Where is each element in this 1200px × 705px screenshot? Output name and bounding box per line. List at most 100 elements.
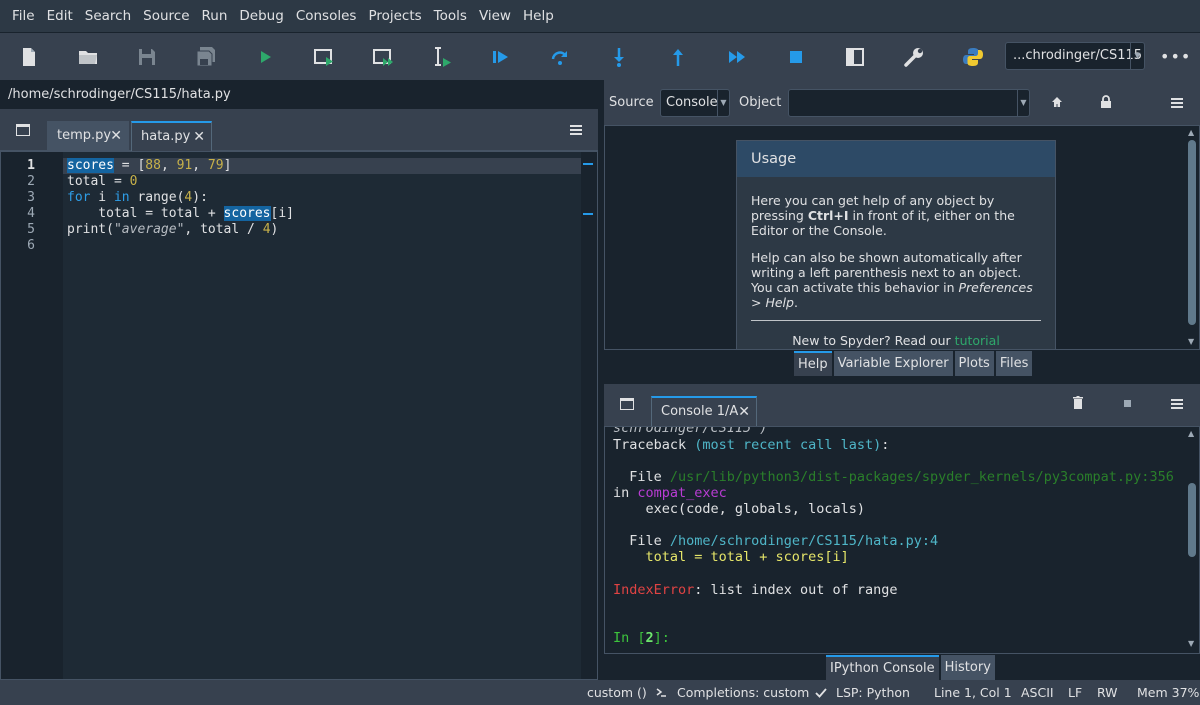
run-cell-advance-icon[interactable] <box>363 33 403 81</box>
browse-tabs-icon[interactable] <box>620 398 634 410</box>
code-keyword: in <box>113 190 130 205</box>
tab-ipython-console[interactable]: IPython Console <box>826 655 939 681</box>
code-number: 88 <box>145 158 161 173</box>
scroll-up-icon[interactable]: ▲ <box>1188 429 1194 438</box>
working-directory-value: ...chrodinger/CS115 <box>1013 48 1143 63</box>
console-line: exec(code, globals, locals) <box>613 501 865 517</box>
continue-icon[interactable] <box>717 33 757 81</box>
code-editor[interactable]: 1 2 3 4 5 6 scores = [88, 91, 79] total … <box>0 151 598 680</box>
menu-debug[interactable]: Debug <box>233 0 289 32</box>
code-keyword: for <box>67 190 91 205</box>
menu-bar: File Edit Search Source Run Debug Consol… <box>0 0 1200 32</box>
console-error-name: IndexError <box>613 582 695 598</box>
chevron-down-icon[interactable]: ▼ <box>717 90 729 116</box>
menu-search[interactable]: Search <box>79 0 137 32</box>
help-options-menu-icon[interactable] <box>1171 98 1183 108</box>
code-token: print( <box>67 222 114 237</box>
console-options-menu-icon[interactable] <box>1171 399 1183 409</box>
code-string: "average" <box>113 222 185 237</box>
code-token: total = <box>67 174 130 189</box>
tab-history[interactable]: History <box>940 655 995 681</box>
help-scrollbar[interactable]: ▲ ▼ <box>1185 126 1199 349</box>
stop-icon[interactable] <box>776 33 816 81</box>
step-return-icon[interactable] <box>658 33 698 81</box>
code-number: 0 <box>129 174 138 189</box>
close-icon[interactable]: ✕ <box>193 123 205 151</box>
scroll-up-icon[interactable]: ▲ <box>1188 128 1194 137</box>
scroll-down-icon[interactable]: ▼ <box>1188 337 1194 346</box>
code-number: 79 <box>207 158 224 173</box>
editor-scrollbar[interactable] <box>581 152 597 679</box>
save-all-icon[interactable] <box>186 33 226 81</box>
menu-run[interactable]: Run <box>196 0 234 32</box>
tab-hata-py[interactable]: hata.py ✕ <box>131 121 212 151</box>
console-scrollbar[interactable]: ▲ ▼ <box>1185 427 1199 653</box>
menu-edit[interactable]: Edit <box>41 0 79 32</box>
scroll-thumb[interactable] <box>1188 140 1196 325</box>
trash-icon[interactable] <box>1073 396 1083 409</box>
stop-kernel-icon[interactable] <box>1124 400 1131 407</box>
help-pane-tabs: Help Variable Explorer Plots Files <box>794 351 1033 377</box>
console-error-line: IndexError: list index out of range <box>613 582 897 598</box>
menu-view[interactable]: View <box>473 0 517 32</box>
tab-plots[interactable]: Plots <box>954 351 994 377</box>
usage-paragraph-2: Help can also be shown automatically aft… <box>737 250 1055 310</box>
menu-help[interactable]: Help <box>517 0 560 32</box>
menu-tools[interactable]: Tools <box>428 0 473 32</box>
working-directory-combo[interactable]: ...chrodinger/CS115 ▼ <box>1005 42 1145 70</box>
help-content: Usage Here you can get help of any objec… <box>604 125 1200 350</box>
chevron-down-icon[interactable]: ▼ <box>1017 90 1029 116</box>
tab-temp-py[interactable]: temp.py ✕ <box>47 121 129 151</box>
line-number: 1 <box>27 158 35 173</box>
browse-tabs-icon[interactable] <box>16 124 30 136</box>
tab-console-1a[interactable]: Console 1/A ✕ <box>651 396 757 426</box>
debug-icon[interactable] <box>481 33 521 81</box>
save-icon[interactable] <box>127 33 167 81</box>
open-folder-icon[interactable] <box>68 33 108 81</box>
step-into-icon[interactable] <box>599 33 639 81</box>
more-options-icon[interactable]: ••• <box>1160 47 1191 66</box>
run-cell-icon[interactable] <box>304 33 344 81</box>
horizontal-splitter[interactable] <box>604 376 1200 384</box>
chevron-down-icon[interactable]: ▼ <box>1130 43 1144 69</box>
step-over-icon[interactable] <box>540 33 580 81</box>
console-prompt[interactable]: In [2]: <box>613 630 670 646</box>
scroll-down-icon[interactable]: ▼ <box>1188 639 1194 648</box>
menu-source[interactable]: Source <box>137 0 195 32</box>
console-error-message: list index out of range <box>710 582 898 598</box>
tutorial-link[interactable]: tutorial <box>955 333 1000 348</box>
new-file-icon[interactable] <box>9 33 49 81</box>
tab-files[interactable]: Files <box>995 351 1033 377</box>
status-environment[interactable]: custom () <box>587 680 647 705</box>
menu-file[interactable]: File <box>6 0 41 32</box>
python-path-icon[interactable] <box>953 33 993 81</box>
menu-projects[interactable]: Projects <box>362 0 427 32</box>
source-combo[interactable]: Console ▼ <box>660 89 730 117</box>
usage-shortcut: Ctrl+I <box>807 208 849 223</box>
close-icon[interactable]: ✕ <box>738 398 750 426</box>
code-area[interactable]: scores = [88, 91, 79] total = 0 for i in… <box>63 152 581 679</box>
maximize-pane-icon[interactable] <box>835 33 875 81</box>
object-combo[interactable]: ▼ <box>788 89 1030 117</box>
scroll-thumb[interactable] <box>1188 483 1196 557</box>
status-encoding: ASCII <box>1021 685 1054 700</box>
console-file-path: /home/schrodinger/CS115/hata.py:4 <box>669 533 939 549</box>
run-icon[interactable] <box>245 33 285 81</box>
editor-file-path: /home/schrodinger/CS115/hata.py <box>0 80 598 109</box>
status-lsp[interactable]: LSP: Python <box>836 680 910 705</box>
lock-icon[interactable] <box>1100 95 1112 108</box>
preferences-wrench-icon[interactable] <box>894 33 934 81</box>
run-selection-icon[interactable] <box>422 33 462 81</box>
tab-help[interactable]: Help <box>794 351 832 377</box>
code-number: 4 <box>262 222 271 237</box>
code-token: , <box>192 158 208 173</box>
console-tab-bar: Console 1/A ✕ <box>604 384 1200 426</box>
home-icon[interactable] <box>1051 96 1063 108</box>
menu-consoles[interactable]: Consoles <box>290 0 363 32</box>
tab-variable-explorer[interactable]: Variable Explorer <box>833 351 953 377</box>
editor-options-menu-icon[interactable] <box>570 125 582 135</box>
console-line: schrodinger/CS115') <box>613 426 768 436</box>
ipython-console-output[interactable]: schrodinger/CS115') Traceback (most rece… <box>604 426 1200 654</box>
close-icon[interactable]: ✕ <box>110 122 122 150</box>
status-completions[interactable]: Completions: custom <box>677 680 809 705</box>
